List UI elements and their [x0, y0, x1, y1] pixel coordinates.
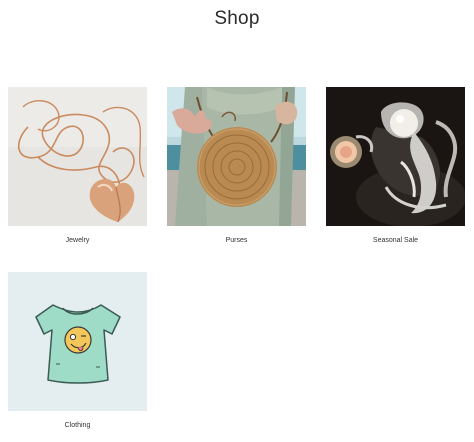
rings-photo: [326, 87, 465, 226]
tshirt-illustration: [8, 272, 147, 411]
category-image-purses[interactable]: [167, 87, 306, 226]
category-image-seasonal-sale[interactable]: [326, 87, 465, 226]
category-image-clothing[interactable]: [8, 272, 147, 411]
category-card-jewelry[interactable]: Jewelry: [8, 87, 147, 245]
category-card-clothing[interactable]: Clothing: [8, 272, 147, 430]
category-card-purses[interactable]: Purses: [167, 87, 306, 245]
category-label-purses[interactable]: Purses: [167, 236, 306, 245]
necklace-photo: [8, 87, 147, 226]
category-label-clothing[interactable]: Clothing: [8, 421, 147, 430]
category-label-jewelry[interactable]: Jewelry: [8, 236, 147, 245]
category-card-seasonal-sale[interactable]: Seasonal Sale: [326, 87, 465, 245]
purse-photo: [167, 87, 306, 226]
category-label-seasonal-sale[interactable]: Seasonal Sale: [326, 236, 465, 245]
category-image-jewelry[interactable]: [8, 87, 147, 226]
page-title: Shop: [214, 8, 260, 29]
